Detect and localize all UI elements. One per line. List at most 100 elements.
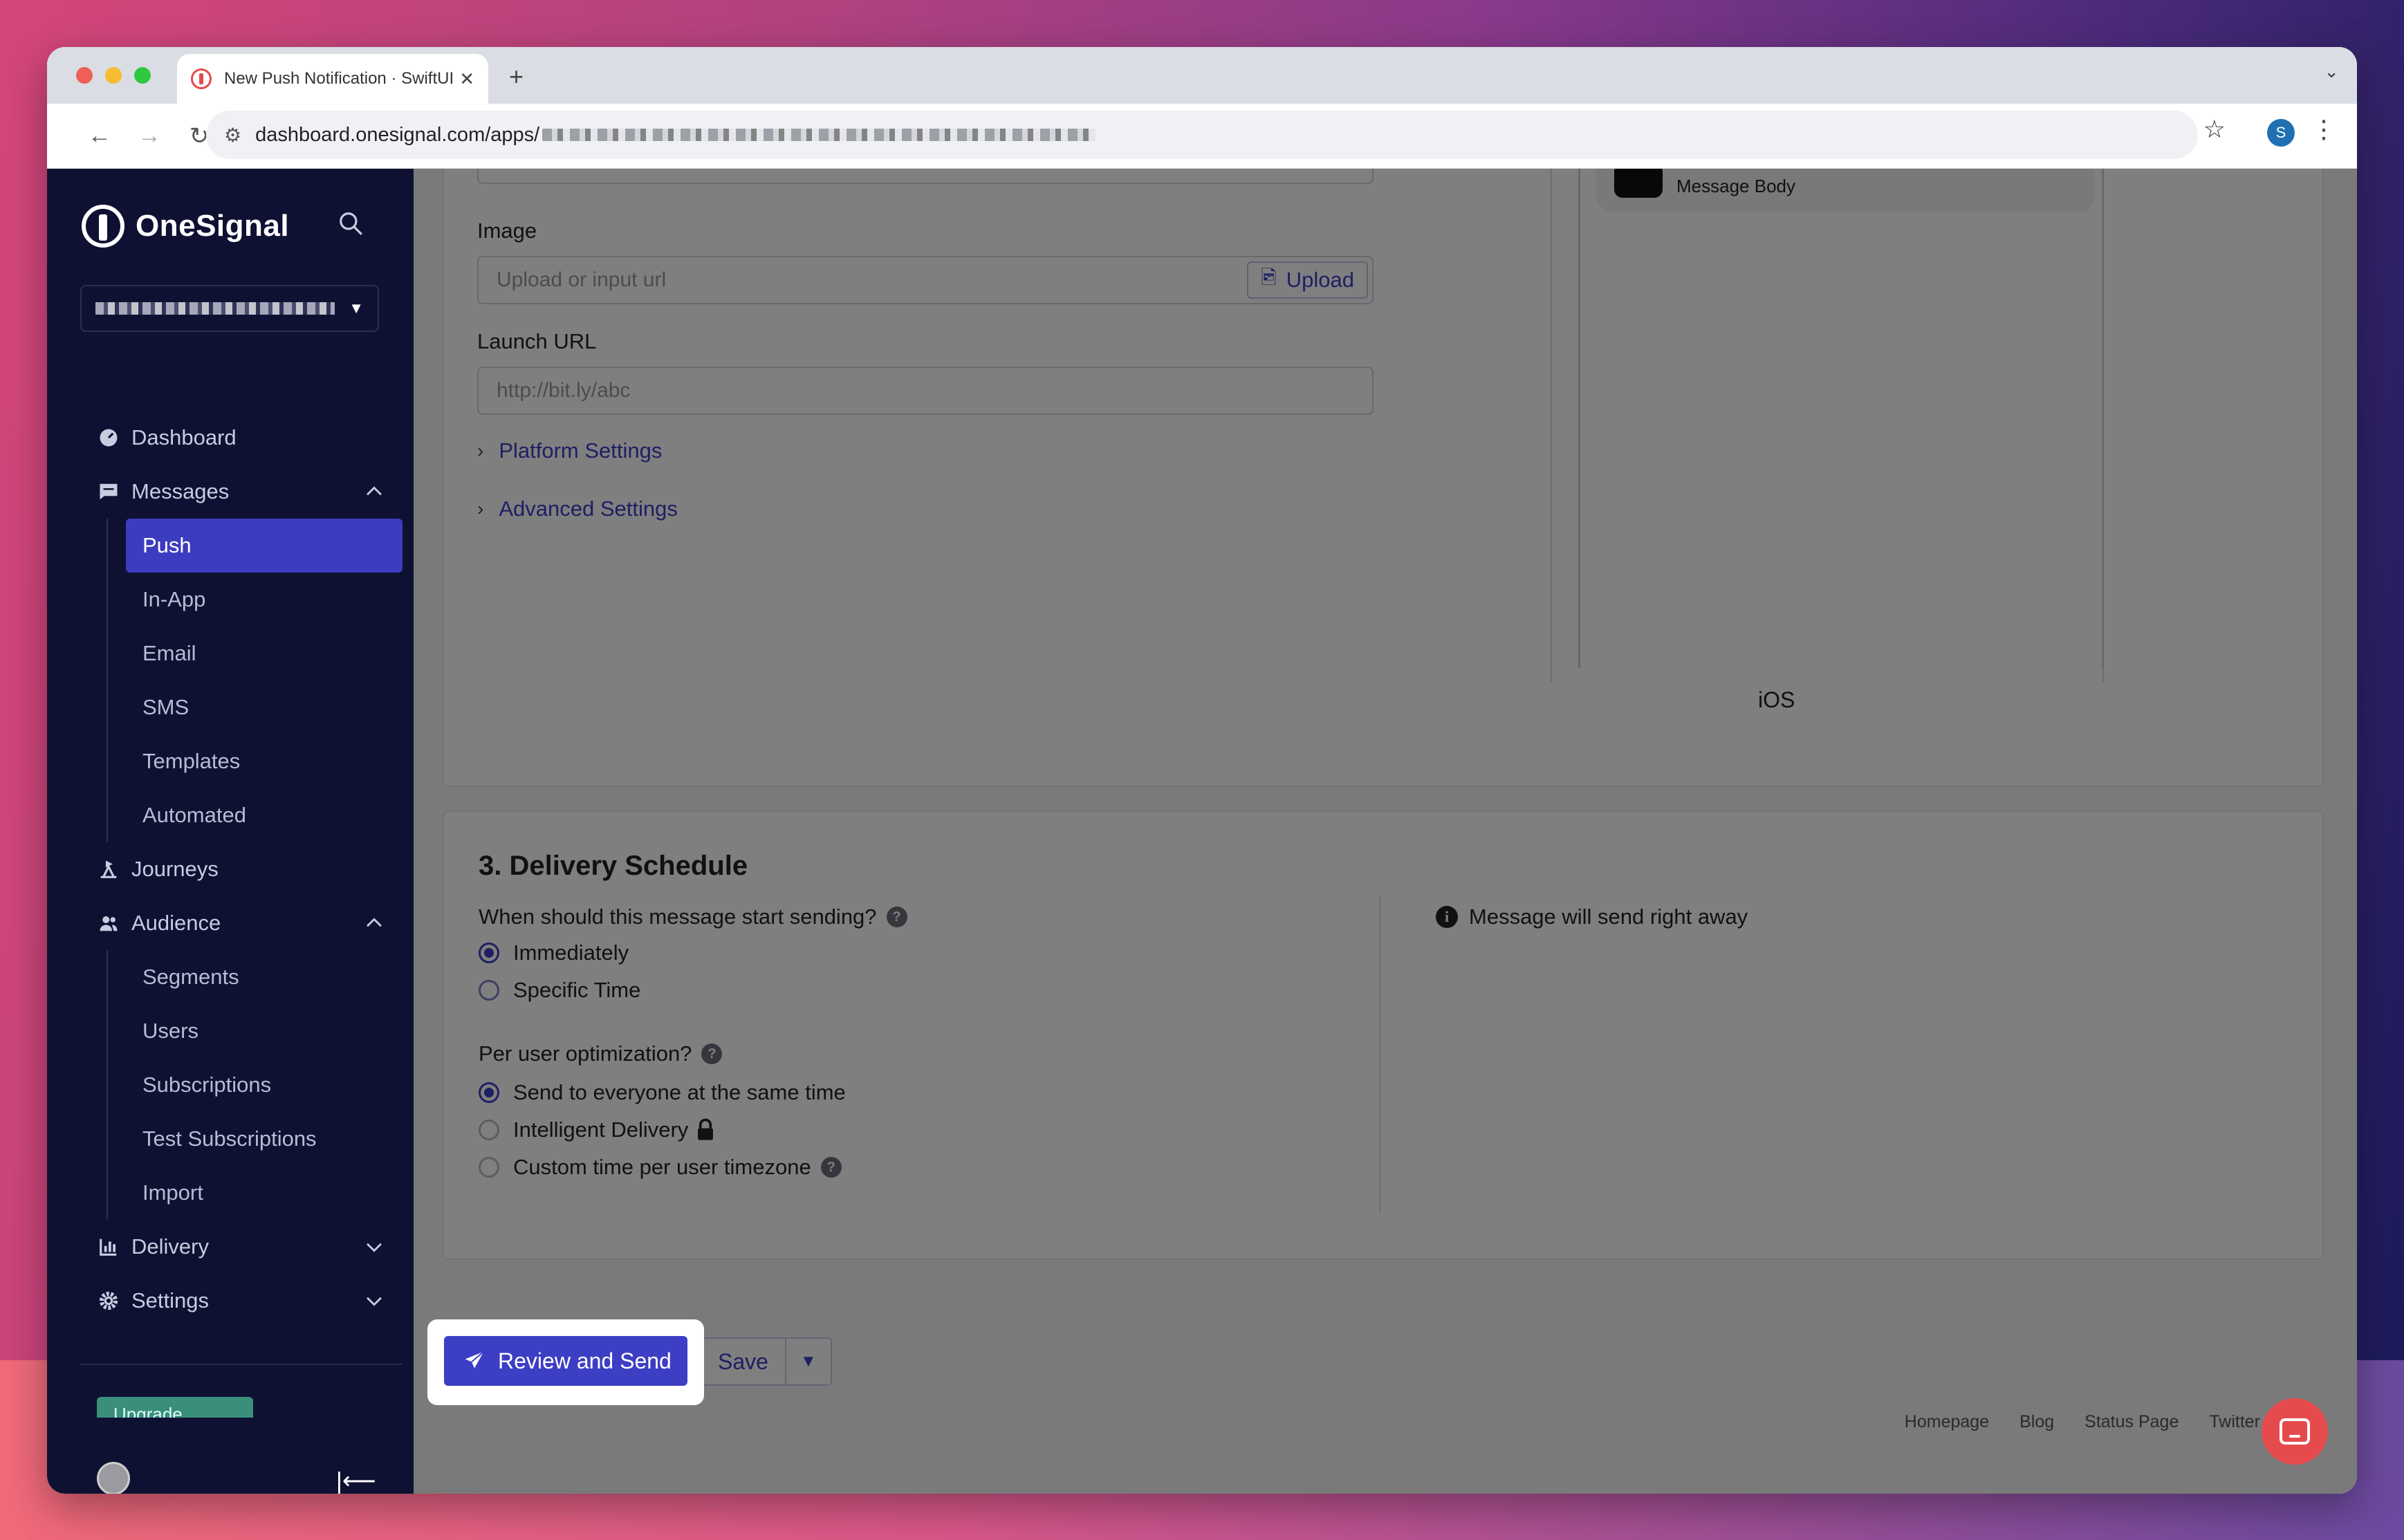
brand-name: OneSignal bbox=[136, 209, 290, 243]
browser-window: New Push Notification · SwiftUI ✕ + ⌄ ← … bbox=[47, 47, 2357, 1494]
close-tab-icon[interactable]: ✕ bbox=[459, 68, 474, 90]
delivery-schedule-card: 3. Delivery Schedule When should this me… bbox=[443, 810, 2324, 1260]
help-icon[interactable]: ? bbox=[820, 1157, 842, 1178]
site-settings-icon[interactable]: ⚙ bbox=[224, 124, 241, 147]
chevron-down-icon[interactable] bbox=[362, 1289, 386, 1312]
save-button[interactable]: Save bbox=[701, 1339, 786, 1384]
image-url-input[interactable]: Upload or input url 🖻 Upload bbox=[477, 256, 1374, 304]
sidebar-item-label: Messages bbox=[131, 479, 230, 503]
forward-arrow-icon[interactable]: → bbox=[124, 122, 174, 149]
profile-avatar[interactable]: S bbox=[2267, 119, 2295, 147]
footer-link-blog[interactable]: Blog bbox=[2019, 1412, 2054, 1432]
tab-bar: New Push Notification · SwiftUI ✕ + ⌄ bbox=[47, 47, 2357, 104]
sidebar-item-segments[interactable]: Segments bbox=[47, 950, 414, 1004]
question-text: When should this message start sending? bbox=[479, 904, 877, 929]
radio-selected-icon bbox=[479, 943, 499, 963]
radio-label: Immediately bbox=[513, 940, 629, 965]
url-redacted bbox=[542, 129, 1096, 141]
message-textarea[interactable] bbox=[477, 169, 1374, 184]
onesignal-logo[interactable]: OneSignal bbox=[82, 205, 289, 248]
image-label: Image bbox=[477, 219, 537, 243]
sidebar-item-push[interactable]: Push bbox=[126, 519, 403, 573]
footer-link-homepage[interactable]: Homepage bbox=[1905, 1412, 1989, 1432]
sidebar-item-sms[interactable]: SMS bbox=[47, 680, 414, 734]
optimization-question: Per user optimization? ? bbox=[479, 1041, 723, 1066]
sidebar-item-templates[interactable]: Templates bbox=[47, 734, 414, 788]
sidebar-item-in-app[interactable]: In-App bbox=[47, 573, 414, 627]
tab-search-chevron-icon[interactable]: ⌄ bbox=[2324, 61, 2339, 82]
launch-url-placeholder: http://bit.ly/abc bbox=[497, 379, 631, 402]
gear-icon bbox=[97, 1289, 120, 1312]
maximize-window-button[interactable] bbox=[134, 67, 151, 84]
sidebar-item-label: Journeys bbox=[131, 857, 219, 881]
delivery-chart-icon bbox=[97, 1235, 120, 1259]
close-window-button[interactable] bbox=[76, 67, 93, 84]
radio-immediately[interactable]: Immediately bbox=[479, 940, 629, 965]
upload-button[interactable]: 🖻 Upload bbox=[1247, 261, 1368, 299]
question-text: Per user optimization? bbox=[479, 1041, 692, 1066]
support-chat-button[interactable] bbox=[2262, 1398, 2328, 1465]
minimize-window-button[interactable] bbox=[105, 67, 122, 84]
chevron-up-icon[interactable] bbox=[362, 911, 386, 935]
chevron-down-icon[interactable] bbox=[362, 1235, 386, 1259]
sidebar-item-settings[interactable]: Settings bbox=[47, 1274, 414, 1328]
save-options-dropdown-icon[interactable]: ▼ bbox=[786, 1339, 831, 1384]
sidebar-item-automated[interactable]: Automated bbox=[47, 788, 414, 842]
audience-icon bbox=[97, 911, 120, 935]
app-selector[interactable]: ▼ bbox=[80, 285, 379, 332]
messages-icon bbox=[97, 480, 120, 503]
sidebar-item-audience[interactable]: Audience bbox=[47, 896, 414, 950]
help-icon[interactable]: ? bbox=[886, 907, 907, 927]
onesignal-favicon-icon bbox=[191, 68, 212, 89]
user-avatar[interactable] bbox=[97, 1462, 130, 1494]
browser-menu-icon[interactable]: ⋮ bbox=[2311, 115, 2336, 144]
upgrade-button[interactable]: Upgrade bbox=[97, 1397, 253, 1418]
review-and-send-button[interactable]: Review and Send bbox=[444, 1336, 687, 1386]
new-tab-button[interactable]: + bbox=[509, 62, 524, 91]
footer-link-twitter[interactable]: Twitter bbox=[2209, 1412, 2260, 1432]
radio-label: Intelligent Delivery bbox=[513, 1117, 689, 1142]
sidebar-item-messages[interactable]: Messages bbox=[47, 465, 414, 519]
radio-send-same-time[interactable]: Send to everyone at the same time bbox=[479, 1080, 846, 1105]
ios-phone-preview bbox=[1578, 169, 2104, 668]
launch-url-label: Launch URL bbox=[477, 329, 597, 353]
chevron-right-icon: › bbox=[477, 440, 484, 461]
help-icon[interactable]: ? bbox=[701, 1043, 723, 1064]
address-bar[interactable]: ⚙ dashboard.onesignal.com/apps/ bbox=[206, 111, 2198, 159]
image-url-placeholder: Upload or input url bbox=[497, 268, 667, 291]
radio-custom-timezone[interactable]: Custom time per user timezone ? bbox=[479, 1155, 842, 1180]
sidebar-item-label: Delivery bbox=[131, 1234, 209, 1259]
sidebar-item-delivery[interactable]: Delivery bbox=[47, 1220, 414, 1274]
search-icon[interactable] bbox=[338, 210, 364, 236]
browser-tab[interactable]: New Push Notification · SwiftUI ✕ bbox=[177, 54, 488, 104]
radio-intelligent-delivery[interactable]: Intelligent Delivery bbox=[479, 1117, 716, 1142]
radio-label: Specific Time bbox=[513, 978, 641, 1002]
advanced-settings-toggle[interactable]: › Advanced Settings bbox=[477, 497, 678, 521]
advanced-settings-label: Advanced Settings bbox=[499, 497, 678, 521]
sidebar-item-users[interactable]: Users bbox=[47, 1004, 414, 1058]
sidebar-item-subscriptions[interactable]: Subscriptions bbox=[47, 1058, 414, 1112]
radio-label: Send to everyone at the same time bbox=[513, 1080, 846, 1104]
bookmark-star-icon[interactable]: ☆ bbox=[2203, 115, 2226, 144]
sidebar-item-import[interactable]: Import bbox=[47, 1166, 414, 1220]
chevron-up-icon[interactable] bbox=[362, 480, 386, 503]
delivery-info: i Message will send right away bbox=[1436, 904, 1748, 929]
platform-settings-toggle[interactable]: › Platform Settings bbox=[477, 438, 662, 463]
footer-links: Homepage Blog Status Page Twitter bbox=[1905, 1412, 2260, 1432]
collapse-sidebar-icon[interactable]: |⟵ bbox=[336, 1467, 376, 1494]
radio-specific-time[interactable]: Specific Time bbox=[479, 978, 640, 1003]
messages-submenu: Push In-App Email SMS Templates Automate… bbox=[47, 519, 414, 842]
sidebar-item-dashboard[interactable]: Dashboard bbox=[47, 411, 414, 465]
sidebar-nav: Dashboard Messages Push In-App Email SMS… bbox=[47, 411, 414, 1328]
sidebar-item-journeys[interactable]: Journeys bbox=[47, 842, 414, 896]
chevron-right-icon: › bbox=[477, 498, 484, 519]
sidebar-item-email[interactable]: Email bbox=[47, 627, 414, 680]
review-and-send-label: Review and Send bbox=[498, 1348, 672, 1373]
sidebar-item-test-subscriptions[interactable]: Test Subscriptions bbox=[47, 1112, 414, 1166]
back-arrow-icon[interactable]: ← bbox=[75, 122, 124, 149]
footer-link-status-page[interactable]: Status Page bbox=[2084, 1412, 2179, 1432]
onesignal-logo-icon bbox=[82, 205, 124, 248]
sidebar-divider bbox=[80, 1364, 403, 1365]
launch-url-input[interactable]: http://bit.ly/abc bbox=[477, 367, 1374, 415]
sidebar-item-label: Settings bbox=[131, 1288, 210, 1312]
